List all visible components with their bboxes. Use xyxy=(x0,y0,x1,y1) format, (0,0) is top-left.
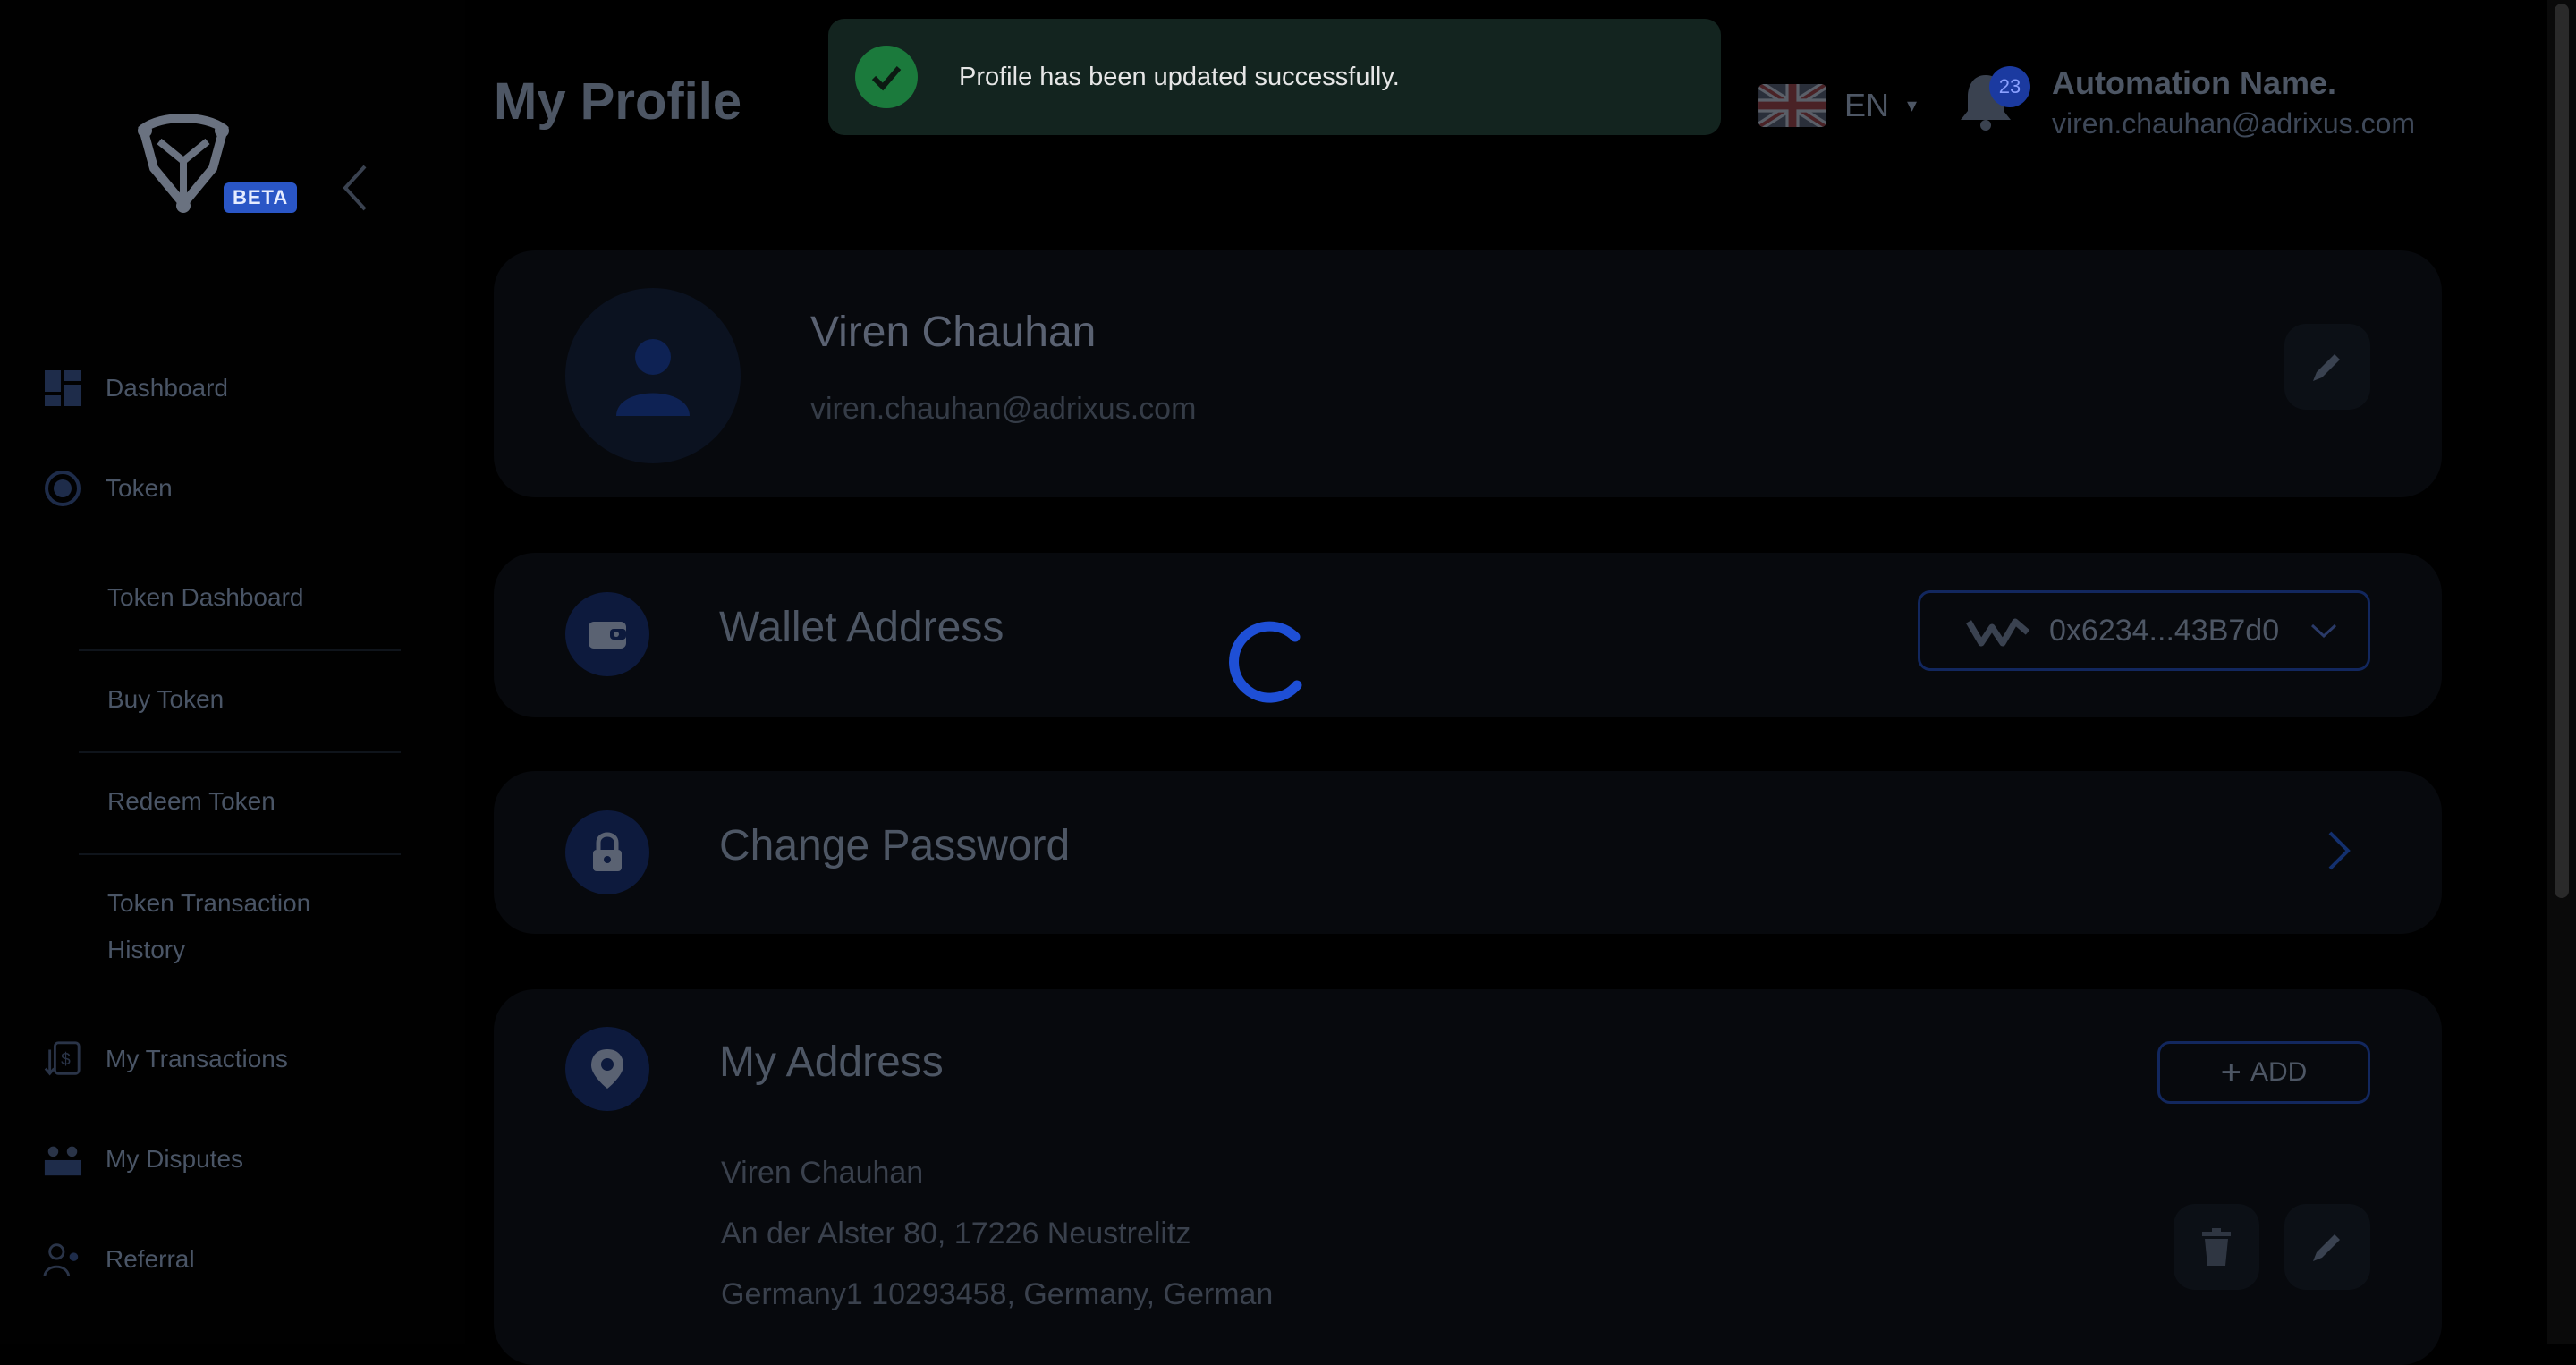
sidebar-subitem-token-dashboard[interactable]: Token Dashboard xyxy=(107,574,376,621)
add-label: ADD xyxy=(2250,1057,2308,1087)
wallet-icon xyxy=(565,592,649,676)
sidebar-item-label: My Disputes xyxy=(106,1145,244,1173)
sidebar-subitem-redeem-token[interactable]: Redeem Token xyxy=(107,778,376,825)
success-toast[interactable]: Profile has been updated successfully. xyxy=(828,19,1721,135)
profile-name: Viren Chauhan xyxy=(810,309,1097,356)
chevron-down-icon: ▾ xyxy=(1907,94,1918,116)
edit-address-button[interactable] xyxy=(2284,1204,2370,1290)
add-address-button[interactable]: + ADD xyxy=(2157,1041,2370,1104)
wallet-address-title: Wallet Address xyxy=(719,604,1004,651)
my-address-card: My Address + ADD Viren Chauhan An der Al… xyxy=(494,989,2442,1365)
plus-icon: + xyxy=(2220,1053,2241,1092)
sidebar-subitem-token-transaction-history[interactable]: Token Transaction History xyxy=(107,880,376,973)
beta-badge: BETA xyxy=(224,182,298,213)
wallet-address-dropdown[interactable]: 0x6234...43B7d0 xyxy=(1918,590,2370,671)
change-password-card[interactable]: Change Password xyxy=(494,771,2442,934)
user-name[interactable]: Automation Name. xyxy=(2052,64,2336,102)
pencil-icon xyxy=(2313,1234,2340,1261)
sidebar-subitem-buy-token[interactable]: Buy Token xyxy=(107,676,376,723)
wallet-address-card: Wallet Address 0x6234...43B7d0 xyxy=(494,553,2442,717)
referral-icon xyxy=(43,1240,82,1279)
toast-message: Profile has been updated successfully. xyxy=(959,62,1400,91)
page-scrollbar[interactable] xyxy=(2547,0,2576,1344)
sidebar-collapse-icon[interactable] xyxy=(338,163,374,213)
my-address-title: My Address xyxy=(719,1039,944,1086)
trash-icon xyxy=(2202,1228,2231,1266)
sidebar-item-label: History xyxy=(107,936,186,963)
sidebar-item-label: Referral xyxy=(106,1245,195,1273)
lock-icon xyxy=(565,810,649,894)
delete-address-button[interactable] xyxy=(2174,1204,2259,1290)
scrollbar-thumb[interactable] xyxy=(2555,4,2569,898)
profile-email: viren.chauhan@adrixus.com xyxy=(810,392,1197,426)
profile-card: Viren Chauhan viren.chauhan@adrixus.com xyxy=(494,250,2442,497)
chevron-right-icon xyxy=(2328,831,2351,870)
page-title: My Profile xyxy=(494,72,742,131)
uk-flag-icon xyxy=(1758,84,1826,127)
notification-count-badge: 23 xyxy=(1989,66,2030,107)
sidebar-item-label: Dashboard xyxy=(106,374,228,402)
wallet-address-value: 0x6234...43B7d0 xyxy=(2049,613,2280,648)
pencil-icon xyxy=(2313,354,2340,381)
sidebar: BETA Dashboard Token Token Dashboard Buy… xyxy=(0,0,465,1344)
user-icon xyxy=(616,339,690,416)
chevron-down-icon xyxy=(2311,623,2337,639)
disputes-icon xyxy=(43,1140,82,1179)
sidebar-item-label: Token xyxy=(106,474,173,502)
address-line-1: An der Alster 80, 17226 Neustrelitz xyxy=(721,1217,1191,1251)
address-name: Viren Chauhan xyxy=(721,1156,924,1190)
check-circle-icon xyxy=(855,46,918,108)
sidebar-item-my-transactions[interactable]: $ My Transactions xyxy=(43,1039,288,1079)
change-password-title: Change Password xyxy=(719,822,1071,869)
edit-profile-button[interactable] xyxy=(2284,324,2370,410)
language-selector[interactable]: EN ▾ xyxy=(1758,84,1917,127)
transactions-icon: $ xyxy=(43,1039,82,1079)
location-pin-icon xyxy=(565,1027,649,1111)
sidebar-item-dashboard[interactable]: Dashboard xyxy=(43,369,228,408)
token-icon xyxy=(43,469,82,508)
language-code: EN xyxy=(1844,87,1890,123)
divider xyxy=(79,853,401,855)
sidebar-item-token[interactable]: Token xyxy=(43,469,173,508)
walletconnect-icon xyxy=(1965,618,2030,647)
divider xyxy=(79,649,401,651)
user-email: viren.chauhan@adrixus.com xyxy=(2052,107,2416,140)
sidebar-item-referral[interactable]: Referral xyxy=(43,1240,195,1279)
loading-spinner-icon xyxy=(1229,621,1302,703)
sidebar-item-my-disputes[interactable]: My Disputes xyxy=(43,1140,243,1179)
sidebar-item-label: My Transactions xyxy=(106,1045,288,1072)
avatar[interactable] xyxy=(565,288,741,463)
svg-text:$: $ xyxy=(61,1051,71,1070)
address-line-2: Germany1 10293458, Germany, German xyxy=(721,1277,1274,1311)
sidebar-item-label: Token Transaction xyxy=(107,889,311,917)
dashboard-icon xyxy=(43,369,82,408)
divider xyxy=(79,751,401,753)
